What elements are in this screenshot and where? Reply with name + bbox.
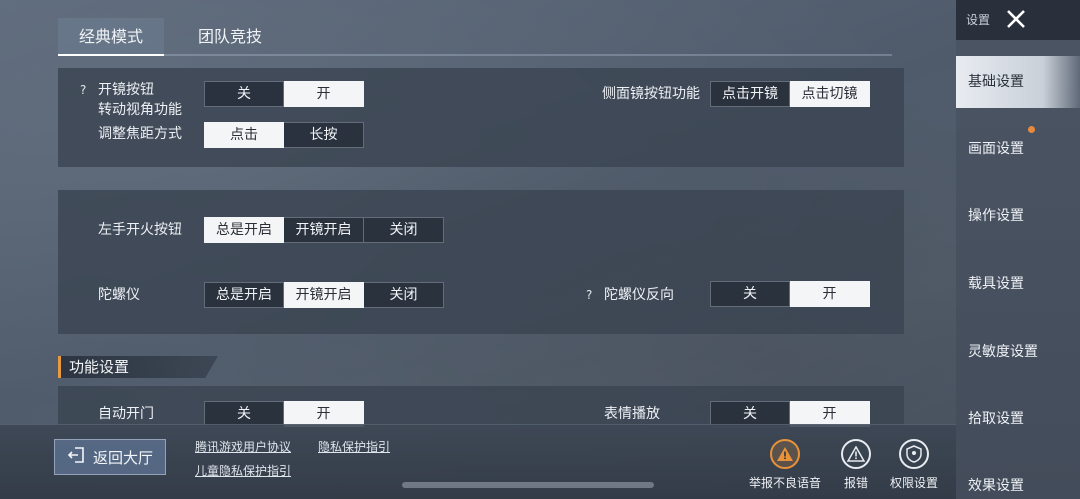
sidebar-item-basic[interactable]: 基础设置 — [956, 56, 1080, 108]
settings-sidebar: 设置 基础设置 画面设置 操作设置 载具设置 灵敏度设置 拾取设置 效果设置 — [956, 0, 1080, 499]
fire-gyro-panel: 左手开火按钮 总是开启 开镜开启 关闭 陀螺仪 总是开启 开镜开启 关闭 ? 陀螺… — [58, 190, 904, 334]
close-icon — [1007, 10, 1025, 28]
tab-team-deathmatch[interactable]: 团队竞技 — [176, 18, 284, 56]
left-fire-always[interactable]: 总是开启 — [204, 217, 284, 243]
gyro-scoped[interactable]: 开镜开启 — [284, 282, 364, 308]
sidebar-item-controls[interactable]: 操作设置 — [956, 190, 1080, 242]
warning-icon — [770, 439, 800, 469]
left-fire-toggle: 总是开启 开镜开启 关闭 — [204, 217, 444, 243]
scope-button-off[interactable]: 关 — [204, 81, 284, 107]
return-lobby-button[interactable]: 返回大厅 — [54, 439, 166, 475]
settings-title: 设置 — [966, 13, 991, 27]
permission-settings-button[interactable]: 权限设置 — [874, 439, 954, 491]
notification-badge — [1028, 126, 1035, 133]
function-settings-header: 功能设置 — [58, 356, 218, 378]
scope-button-on[interactable]: 开 — [284, 81, 364, 107]
side-scope-label: 侧面镜按钮功能 — [602, 86, 700, 102]
sidebar-item-effects[interactable]: 效果设置 — [956, 460, 1080, 499]
zoom-mode-hold[interactable]: 长按 — [284, 122, 364, 148]
side-scope-toggle: 点击开镜 点击切镜 — [710, 81, 870, 107]
scope-button-label: ? 开镜按钮 转动视角功能 — [80, 80, 182, 118]
side-scope-tap-ads[interactable]: 点击开镜 — [710, 81, 790, 107]
gyro-off[interactable]: 关闭 — [364, 282, 444, 308]
sidebar-item-pickup[interactable]: 拾取设置 — [956, 393, 1080, 445]
auto-door-label: 自动开门 — [98, 406, 154, 422]
child-privacy-link[interactable]: 儿童隐私保护指引 — [195, 462, 291, 479]
gyro-always[interactable]: 总是开启 — [204, 282, 284, 308]
function-settings-panel: 自动开门 关 开 表情播放 关 开 — [58, 386, 904, 427]
scope-button-toggle: 关 开 — [204, 81, 364, 107]
report-voice-button[interactable]: 举报不良语音 — [745, 439, 825, 491]
mode-tabs: 经典模式 团队竞技 — [58, 18, 892, 56]
left-fire-off[interactable]: 关闭 — [364, 217, 444, 243]
gyro-reverse-on[interactable]: 开 — [790, 281, 870, 307]
gyro-reverse-label: ? 陀螺仪反向 — [586, 285, 674, 305]
tab-classic-mode[interactable]: 经典模式 — [58, 18, 164, 56]
gyro-label: 陀螺仪 — [98, 287, 140, 303]
sidebar-header: 设置 — [956, 0, 1080, 40]
bottom-bar: 返回大厅 腾讯游戏用户协议 隐私保护指引 儿童隐私保护指引 举报不良语音 报错 … — [0, 424, 956, 499]
user-agreement-link[interactable]: 腾讯游戏用户协议 — [195, 438, 291, 455]
zoom-mode-toggle: 点击 长按 — [204, 122, 364, 148]
gyro-reverse-toggle: 关 开 — [710, 281, 870, 307]
gyro-reverse-off[interactable]: 关 — [710, 281, 790, 307]
left-fire-label: 左手开火按钮 — [98, 222, 182, 238]
zoom-mode-tap[interactable]: 点击 — [204, 122, 284, 148]
left-fire-scoped[interactable]: 开镜开启 — [284, 217, 364, 243]
help-icon[interactable]: ? — [80, 80, 94, 100]
zoom-mode-label: 调整焦距方式 — [98, 126, 182, 142]
privacy-guide-link[interactable]: 隐私保护指引 — [318, 438, 390, 455]
scope-settings-panel: ? 开镜按钮 转动视角功能 关 开 调整焦距方式 点击 长按 侧面镜按钮功能 点击… — [58, 68, 904, 167]
home-indicator — [402, 482, 654, 488]
alert-icon — [841, 439, 871, 469]
return-lobby-label: 返回大厅 — [92, 448, 153, 467]
help-icon[interactable]: ? — [586, 285, 600, 305]
side-scope-tap-switch[interactable]: 点击切镜 — [790, 81, 870, 107]
emote-label: 表情播放 — [604, 406, 660, 422]
permission-shield-icon — [899, 439, 929, 469]
sidebar-item-sensitivity[interactable]: 灵敏度设置 — [956, 326, 1080, 378]
exit-icon — [67, 446, 87, 468]
sidebar-item-graphics[interactable]: 画面设置 — [956, 123, 1080, 175]
close-button[interactable] — [1000, 4, 1032, 34]
sidebar-item-vehicle[interactable]: 载具设置 — [956, 258, 1080, 310]
gyro-toggle: 总是开启 开镜开启 关闭 — [204, 282, 444, 308]
